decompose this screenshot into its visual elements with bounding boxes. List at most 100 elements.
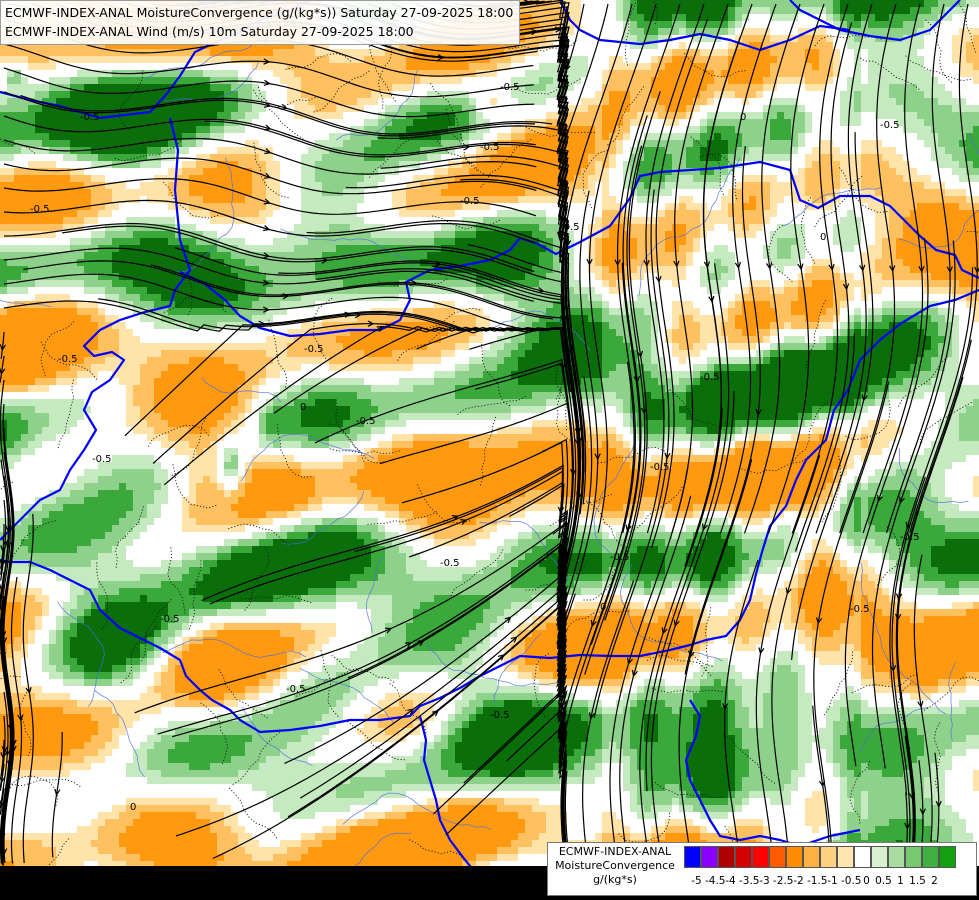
- field-cell: [119, 714, 140, 721]
- field-cell: [609, 280, 616, 287]
- field-cell: [364, 56, 406, 63]
- field-cell: [868, 56, 924, 63]
- field-cell: [497, 854, 518, 861]
- field-cell: [868, 308, 882, 315]
- map-svg[interactable]: -0.5-0.5-0.5-0.5-0.5-0.5-0.5-0.5-0.5-0.5…: [0, 0, 979, 900]
- field-cell: [574, 189, 595, 196]
- field-cell: [154, 490, 168, 497]
- field-cell: [21, 448, 35, 455]
- field-cell: [693, 245, 700, 252]
- field-cell: [42, 665, 56, 672]
- field-cell: [805, 154, 819, 161]
- field-cell: [749, 7, 770, 14]
- field-cell: [882, 770, 903, 777]
- field-cell: [770, 203, 777, 210]
- field-cell: [301, 595, 336, 602]
- field-cell: [21, 413, 49, 420]
- field-cell: [14, 651, 28, 658]
- field-cell: [84, 287, 105, 294]
- field-cell: [21, 518, 42, 525]
- field-cell: [154, 742, 175, 749]
- field-cell: [196, 518, 259, 525]
- field-cell: [336, 700, 350, 707]
- field-cell: [805, 812, 826, 819]
- field-cell: [749, 434, 770, 441]
- field-cell: [840, 784, 847, 791]
- field-cell: [735, 525, 742, 532]
- field-cell: [301, 420, 343, 427]
- field-cell: [847, 819, 889, 826]
- field-cell: [126, 665, 140, 672]
- field-cell: [798, 574, 805, 581]
- field-cell: [21, 539, 91, 546]
- field-cell: [42, 140, 70, 147]
- field-cell: [203, 560, 217, 567]
- field-cell: [798, 742, 812, 749]
- field-cell: [861, 805, 868, 812]
- field-cell: [903, 567, 917, 574]
- field-cell: [84, 609, 91, 616]
- field-cell: [252, 189, 266, 196]
- field-cell: [315, 161, 399, 168]
- field-cell: [42, 651, 49, 658]
- field-cell: [896, 686, 938, 693]
- field-cell: [91, 196, 112, 203]
- field-cell: [896, 168, 917, 175]
- field-cell: [595, 133, 602, 140]
- field-cell: [875, 238, 882, 245]
- field-cell: [798, 700, 812, 707]
- field-cell: [707, 119, 770, 126]
- field-cell: [959, 434, 979, 441]
- field-cell: [518, 812, 546, 819]
- field-cell: [371, 399, 546, 406]
- field-cell: [259, 413, 266, 420]
- field-cell: [728, 308, 742, 315]
- field-cell: [231, 490, 245, 497]
- field-cell: [203, 637, 294, 644]
- weather-map[interactable]: -0.5 -0.5 -0.5 -0.5 -0.5 -0.5 -0.5 -0.5 -0.5 -0.5…: [0, 0, 979, 900]
- field-cell: [707, 532, 721, 539]
- field-cell: [840, 161, 861, 168]
- field-cell: [959, 420, 979, 427]
- field-cell: [798, 623, 812, 630]
- field-cell: [301, 413, 350, 420]
- field-cell: [700, 644, 707, 651]
- field-cell: [602, 84, 651, 91]
- field-cell: [133, 231, 175, 238]
- field-cell: [567, 280, 581, 287]
- field-cell: [0, 168, 14, 175]
- field-cell: [665, 182, 721, 189]
- field-cell: [623, 693, 637, 700]
- field-cell: [735, 756, 749, 763]
- field-cell: [301, 840, 322, 847]
- field-cell: [364, 175, 385, 182]
- field-cell: [0, 728, 98, 735]
- field-cell: [602, 721, 630, 728]
- legend-swatch: [837, 846, 854, 868]
- map-title-moisture: ECMWF-INDEX-ANAL MoistureConvergence (g/…: [5, 5, 514, 20]
- field-cell: [805, 112, 812, 119]
- field-cell: [861, 700, 868, 707]
- field-cell: [672, 707, 679, 714]
- field-cell: [742, 203, 756, 210]
- field-cell: [693, 385, 868, 392]
- field-cell: [588, 245, 595, 252]
- contour-label: -0.5: [160, 614, 180, 625]
- field-cell: [343, 140, 371, 147]
- field-cell: [77, 476, 98, 483]
- field-cell: [833, 7, 840, 14]
- field-cell: [798, 630, 805, 637]
- field-cell: [301, 833, 315, 840]
- field-cell: [644, 728, 658, 735]
- field-cell: [749, 763, 798, 770]
- field-cell: [700, 49, 728, 56]
- field-cell: [819, 49, 833, 56]
- field-cell: [238, 483, 245, 490]
- field-cell: [854, 91, 861, 98]
- field-cell: [728, 140, 742, 147]
- field-cell: [938, 812, 959, 819]
- field-cell: [742, 329, 756, 336]
- field-cell: [385, 812, 406, 819]
- field-cell: [525, 273, 546, 280]
- field-cell: [266, 413, 301, 420]
